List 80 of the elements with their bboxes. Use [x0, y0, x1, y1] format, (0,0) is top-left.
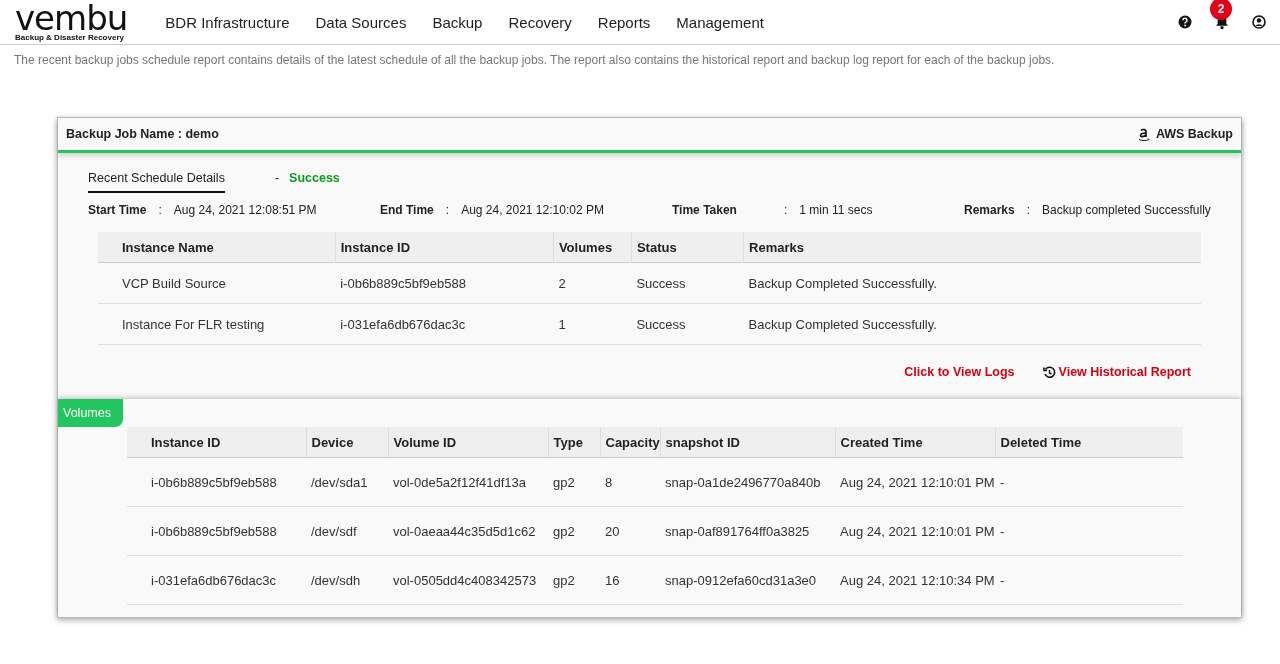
field-label: Remarks — [964, 203, 1015, 217]
logo-text: vembu — [15, 4, 128, 31]
section-tab[interactable]: Recent Schedule Details — [88, 171, 225, 193]
table-cell: Backup Completed Successfully. — [743, 303, 1201, 345]
table-cell: i-031efa6db676dac3c — [335, 303, 554, 345]
table-cell: snap-0912efa60cd31a3e0 — [660, 555, 835, 605]
field-value: Aug 24, 2021 12:10:02 PM — [461, 203, 604, 217]
help-icon[interactable] — [1178, 15, 1192, 29]
table-cell: VCP Build Source — [98, 262, 336, 304]
table-cell: Aug 24, 2021 12:10:01 PM — [835, 506, 995, 556]
table-cell: vol-0505dd4c408342573 — [388, 555, 548, 605]
table-cell: vol-0de5a2f12f41df13a — [388, 457, 548, 507]
table-cell: Instance For FLR testing — [98, 303, 336, 345]
column-header: Instance ID — [127, 427, 306, 458]
status-text: Success — [289, 171, 340, 185]
column-header: Volume ID — [388, 427, 548, 458]
status-separator: - — [274, 171, 280, 185]
table-cell: snap-0af891764ff0a3825 — [660, 506, 835, 556]
colon: : — [445, 203, 450, 217]
table-cell: gp2 — [548, 457, 600, 507]
table-cell: vol-0aeaa44c35d5d1c62 — [388, 506, 548, 556]
table-cell: - — [995, 555, 1183, 605]
field-label: End Time — [380, 203, 434, 217]
colon: : — [1026, 203, 1031, 217]
table-cell: 2 — [553, 262, 632, 304]
column-header: Created Time — [835, 427, 995, 458]
job-type: AWS Backup — [1155, 127, 1233, 141]
colon: : — [784, 203, 788, 217]
table-cell: 8 — [600, 457, 660, 507]
table-cell: i-031efa6db676dac3c — [127, 555, 306, 605]
table-cell: Success — [631, 303, 744, 345]
view-logs-link[interactable]: Click to View Logs — [904, 365, 1015, 379]
job-title: Backup Job Name : demo — [66, 127, 219, 141]
table-cell: - — [995, 506, 1183, 556]
column-header: Device — [306, 427, 388, 458]
table-cell: 16 — [600, 555, 660, 605]
amazon-logo-icon — [1137, 126, 1151, 142]
column-header: Instance ID — [335, 232, 554, 263]
table-cell: /dev/sdh — [306, 555, 388, 605]
field-value: Backup completed Successfully — [1042, 203, 1211, 217]
table-cell: - — [995, 457, 1183, 507]
field-label: Start Time — [88, 203, 147, 217]
colon: : — [158, 203, 162, 217]
column-header: Type — [548, 427, 600, 458]
table-cell: snap-0a1de2496770a840b — [660, 457, 835, 507]
nav-item[interactable]: Management — [676, 13, 764, 31]
column-header: Status — [631, 232, 744, 263]
table-cell: Success — [631, 262, 744, 304]
field-value: Aug 24, 2021 12:08:51 PM — [173, 203, 317, 217]
column-header: Deleted Time — [995, 427, 1183, 458]
table-cell: i-0b6b889c5bf9eb588 — [127, 457, 306, 507]
column-header: snapshot ID — [660, 427, 835, 458]
field-value: 1 min 11 secs — [799, 203, 873, 217]
table-cell: gp2 — [548, 506, 600, 556]
table-cell: 20 — [600, 506, 660, 556]
table-cell: i-0b6b889c5bf9eb588 — [127, 506, 306, 556]
table-cell: 1 — [553, 303, 632, 345]
view-historical-report-link[interactable]: View Historical Report — [1042, 365, 1191, 379]
table-cell: gp2 — [548, 555, 600, 605]
table-cell: Backup Completed Successfully. — [743, 262, 1201, 304]
notification-count: 2 — [1210, 0, 1232, 20]
field-label: Time Taken — [672, 203, 738, 217]
column-header: Volumes — [553, 232, 632, 263]
table-cell: i-0b6b889c5bf9eb588 — [335, 262, 554, 304]
nav-item[interactable]: Backup — [432, 13, 483, 31]
nav-item[interactable]: Recovery — [508, 13, 572, 31]
column-header: Remarks — [743, 232, 1201, 263]
page-description: The recent backup jobs schedule report contains details of the latest schedule of all the backup jobs. The report also contains the historical report and backup log report for each of the backup jobs. — [14, 53, 1056, 67]
column-header: Instance Name — [98, 232, 336, 263]
table-cell: /dev/sdf — [306, 506, 388, 556]
history-icon — [1042, 365, 1056, 379]
nav-item[interactable]: Data Sources — [315, 13, 407, 31]
nav-item[interactable]: Reports — [597, 13, 651, 31]
logo-tagline: Backup & Disaster Recovery — [15, 32, 125, 42]
table-cell: Aug 24, 2021 12:10:34 PM — [835, 555, 995, 605]
column-header: Capacity — [600, 427, 660, 458]
table-cell: Aug 24, 2021 12:10:01 PM — [835, 457, 995, 507]
nav-item[interactable]: BDR Infrastructure — [165, 13, 290, 31]
user-icon[interactable] — [1252, 15, 1266, 29]
table-cell: /dev/sda1 — [306, 457, 388, 507]
